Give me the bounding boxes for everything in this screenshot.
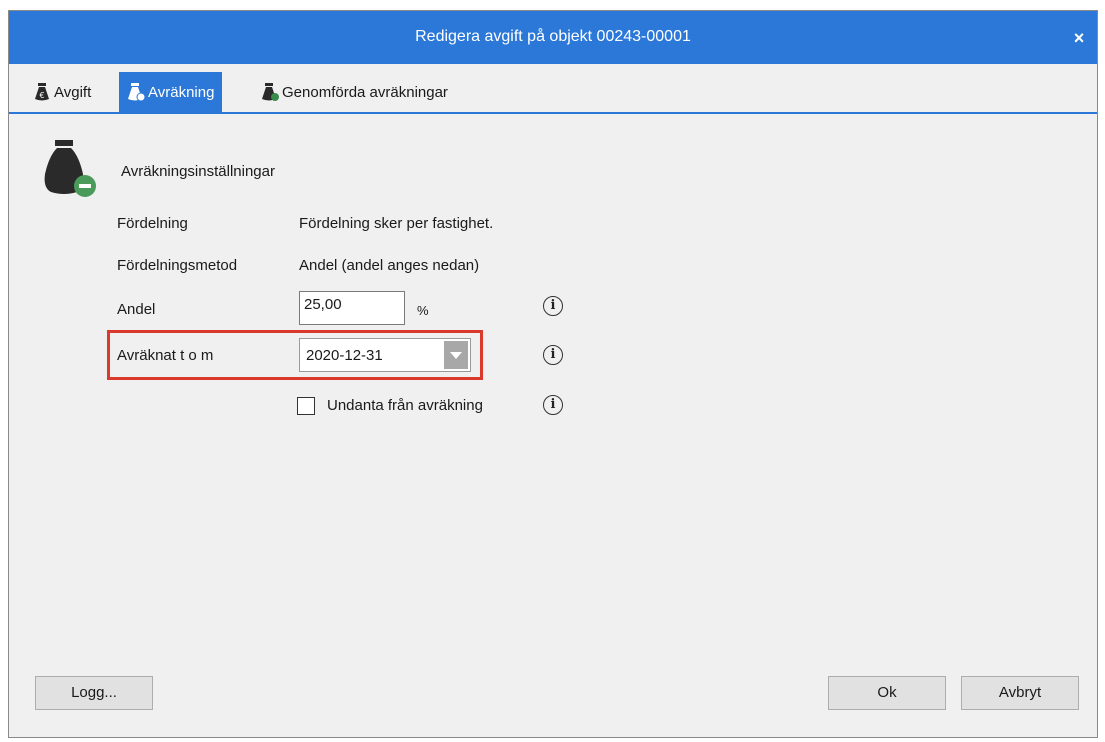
tab-avrakning[interactable]: Avräkning [119, 72, 223, 112]
fordelning-value: Fördelning sker per fastighet. [299, 215, 494, 232]
fordelningsmetod-value: Andel (andel anges nedan) [299, 257, 480, 274]
andel-input[interactable]: 25,00 [299, 291, 405, 325]
ok-button[interactable]: Ok [828, 676, 946, 710]
tab-strip: € Avgift Avräkning Genomförda avräkninga… [9, 64, 1097, 114]
avraknat-label: Avräknat t o m [117, 347, 214, 364]
tab-genomforda-avrakningar[interactable]: Genomförda avräkningar [253, 72, 456, 112]
moneybag-done-icon [262, 83, 279, 101]
window-title: Redigera avgift på objekt 00243-00001 [415, 28, 691, 45]
moneybag-minus-icon [128, 83, 145, 102]
undanta-label[interactable]: Undanta från avräkning [327, 397, 483, 414]
tab-avgift[interactable]: € Avgift [25, 72, 99, 112]
tab-label: Genomförda avräkningar [282, 83, 448, 101]
avraknat-date-value: 2020-12-31 [306, 347, 383, 364]
tab-label: Avgift [54, 83, 92, 101]
info-icon[interactable]: i [543, 296, 563, 316]
percent-unit: % [417, 303, 429, 318]
section-title: Avräkningsinställningar [121, 163, 275, 180]
undanta-checkbox[interactable] [297, 397, 315, 415]
info-icon[interactable]: i [543, 395, 563, 415]
fordelningsmetod-label: Fördelningsmetod [117, 257, 238, 274]
close-icon[interactable]: × [1069, 28, 1089, 48]
moneybag-euro-icon: € [35, 83, 49, 101]
title-bar: Redigera avgift på objekt 00243-00001 × [9, 11, 1097, 64]
dialog-window: Redigera avgift på objekt 00243-00001 × … [8, 10, 1098, 738]
chevron-down-icon[interactable] [444, 341, 468, 369]
andel-label: Andel [117, 301, 156, 318]
cancel-button[interactable]: Avbryt [961, 676, 1079, 710]
avraknat-date-combo[interactable]: 2020-12-31 [299, 338, 471, 372]
fordelning-label: Fördelning [117, 215, 188, 232]
tab-label: Avräkning [148, 83, 215, 101]
moneybag-minus-icon [44, 140, 96, 197]
logg-button[interactable]: Logg... [35, 676, 153, 710]
info-icon[interactable]: i [543, 345, 563, 365]
svg-text:€: € [39, 91, 44, 100]
